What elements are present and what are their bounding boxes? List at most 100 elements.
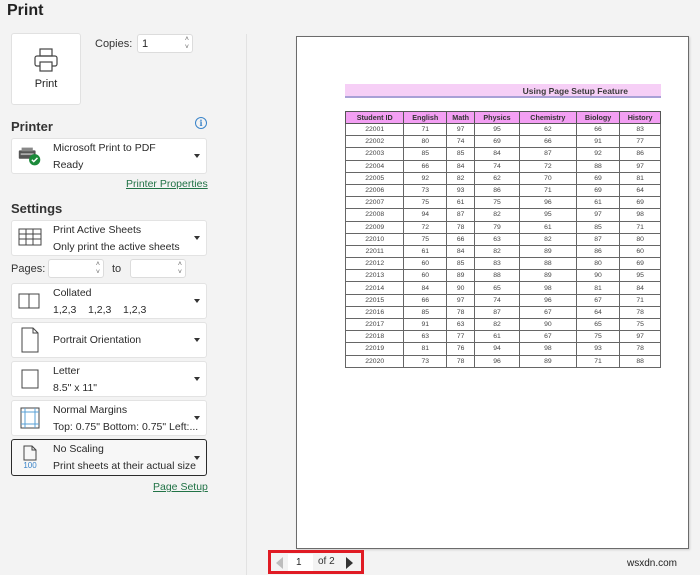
table-cell: 63 <box>446 317 476 332</box>
stepper-arrows-icon[interactable]: ˄ ˅ <box>178 261 182 277</box>
table-cell: 74 <box>474 159 520 173</box>
table-cell: 97 <box>446 293 476 307</box>
table-cell: 22008 <box>344 208 405 222</box>
column-header: Physics <box>474 111 520 124</box>
table-cell: 72 <box>518 159 577 173</box>
table-cell: 90 <box>575 269 621 283</box>
paper-icon <box>16 365 44 393</box>
pages-to-input[interactable]: ˄ ˅ <box>130 259 186 278</box>
table-cell: 80 <box>619 232 661 246</box>
table-cell: 89 <box>518 269 577 283</box>
table-cell: 80 <box>403 135 448 149</box>
table-cell: 85 <box>446 257 476 271</box>
table-cell: 61 <box>403 244 448 259</box>
table-cell: 98 <box>518 342 577 356</box>
table-cell: 95 <box>619 269 661 283</box>
table-cell: 77 <box>446 330 476 344</box>
scaling-title: No Scaling <box>53 443 104 455</box>
table-row: 22008 94 87 82 95 97 98 <box>344 208 661 222</box>
paper-size-subtitle: 8.5" x 11" <box>53 382 98 394</box>
table-cell: 80 <box>575 257 621 271</box>
next-page-icon[interactable] <box>346 557 353 569</box>
stepper-arrows-icon[interactable]: ˄ ˅ <box>185 36 189 52</box>
table-cell: 78 <box>446 354 476 368</box>
pages-to-label: to <box>112 263 122 275</box>
collation-title: Collated <box>53 287 92 299</box>
table-cell: 60 <box>403 257 448 271</box>
table-cell: 94 <box>403 208 448 222</box>
scaling-icon-text: 100 <box>23 461 37 470</box>
printer-dropdown[interactable]: Microsoft Print to PDF Ready <box>11 138 207 174</box>
print-what-dropdown[interactable]: Print Active Sheets Only print the activ… <box>11 220 207 256</box>
table-cell: 84 <box>403 281 448 295</box>
copies-label: Copies: <box>95 38 133 50</box>
table-cell: 62 <box>518 122 577 137</box>
page-title: Print <box>7 2 44 19</box>
table-cell: 62 <box>474 171 520 185</box>
table-cell: 60 <box>403 269 448 283</box>
table-cell: 72 <box>403 220 448 234</box>
table-cell: 88 <box>518 257 577 271</box>
table-cell: 22002 <box>344 135 405 149</box>
table-cell: 22020 <box>344 354 405 368</box>
pages-from-input[interactable]: ˄ ˅ <box>48 259 104 278</box>
stepper-arrows-icon[interactable]: ˄ ˅ <box>96 261 100 277</box>
table-cell: 65 <box>474 281 520 295</box>
table-cell: 89 <box>518 354 577 368</box>
table-cell: 70 <box>518 171 577 185</box>
table-cell: 22014 <box>344 281 405 295</box>
page-setup-link[interactable]: Page Setup <box>153 481 208 493</box>
printer-properties-link[interactable]: Printer Properties <box>126 178 208 190</box>
table-cell: 22007 <box>344 196 405 210</box>
table-cell: 84 <box>474 147 520 161</box>
current-page-input[interactable]: 1 <box>288 554 313 571</box>
collation-dropdown[interactable]: Collated 1,2,3 1,2,3 1,2,3 <box>11 283 207 319</box>
table-cell: 86 <box>474 183 520 198</box>
table-row: 22016 85 78 87 67 64 78 <box>344 305 661 320</box>
table-cell: 95 <box>518 208 577 222</box>
table-cell: 61 <box>518 220 577 234</box>
table-cell: 61 <box>474 330 520 344</box>
collated-icon <box>16 287 44 315</box>
chevron-down-icon <box>194 338 200 342</box>
table-row: 22020 73 78 96 89 71 88 <box>344 354 661 368</box>
print-button[interactable]: Print <box>11 33 81 105</box>
table-cell: 75 <box>619 317 661 332</box>
column-header: Biology <box>575 111 621 124</box>
copies-stepper[interactable]: 1 ˄ ˅ <box>137 34 193 53</box>
orientation-dropdown[interactable]: Portrait Orientation <box>11 322 207 358</box>
table-cell: 87 <box>518 147 577 161</box>
table-cell: 22001 <box>344 122 405 137</box>
table-cell: 82 <box>474 244 520 259</box>
table-cell: 90 <box>518 317 577 332</box>
table-cell: 69 <box>474 135 520 149</box>
table-row: 22006 73 93 86 71 69 64 <box>344 183 661 198</box>
previous-page-icon[interactable] <box>276 557 283 569</box>
panel-divider <box>246 34 247 575</box>
table-cell: 67 <box>575 293 621 307</box>
table-cell: 66 <box>403 159 448 173</box>
scaling-dropdown[interactable]: 100 No Scaling Print sheets at their act… <box>11 439 207 476</box>
table-header-row: Student ID English Math Physics Chemistry Bio… <box>344 111 661 124</box>
margins-icon <box>16 404 44 432</box>
info-icon[interactable]: i <box>195 117 207 129</box>
margins-dropdown[interactable]: Normal Margins Top: 0.75" Bottom: 0.75" … <box>11 400 207 436</box>
column-header: Math <box>446 111 476 124</box>
portrait-page-icon <box>16 326 44 354</box>
table-row: 22017 91 63 82 90 65 75 <box>344 317 661 332</box>
table-cell: 87 <box>575 232 621 246</box>
printer-icon <box>34 48 58 72</box>
printer-ready-icon <box>16 142 44 170</box>
table-cell: 88 <box>575 159 621 173</box>
paper-size-dropdown[interactable]: Letter 8.5" x 11" <box>11 361 207 397</box>
collation-subtitle: 1,2,3 1,2,3 1,2,3 <box>53 304 147 316</box>
table-cell: 91 <box>575 135 621 149</box>
table-cell: 64 <box>575 305 621 320</box>
table-cell: 22010 <box>344 232 405 246</box>
table-cell: 61 <box>446 196 476 210</box>
print-preview-page: Using Page Setup Feature Student ID Engli… <box>296 36 689 549</box>
table-cell: 87 <box>474 305 520 320</box>
table-cell: 89 <box>518 244 577 259</box>
chevron-down-icon <box>194 154 200 158</box>
table-cell: 66 <box>403 293 448 307</box>
